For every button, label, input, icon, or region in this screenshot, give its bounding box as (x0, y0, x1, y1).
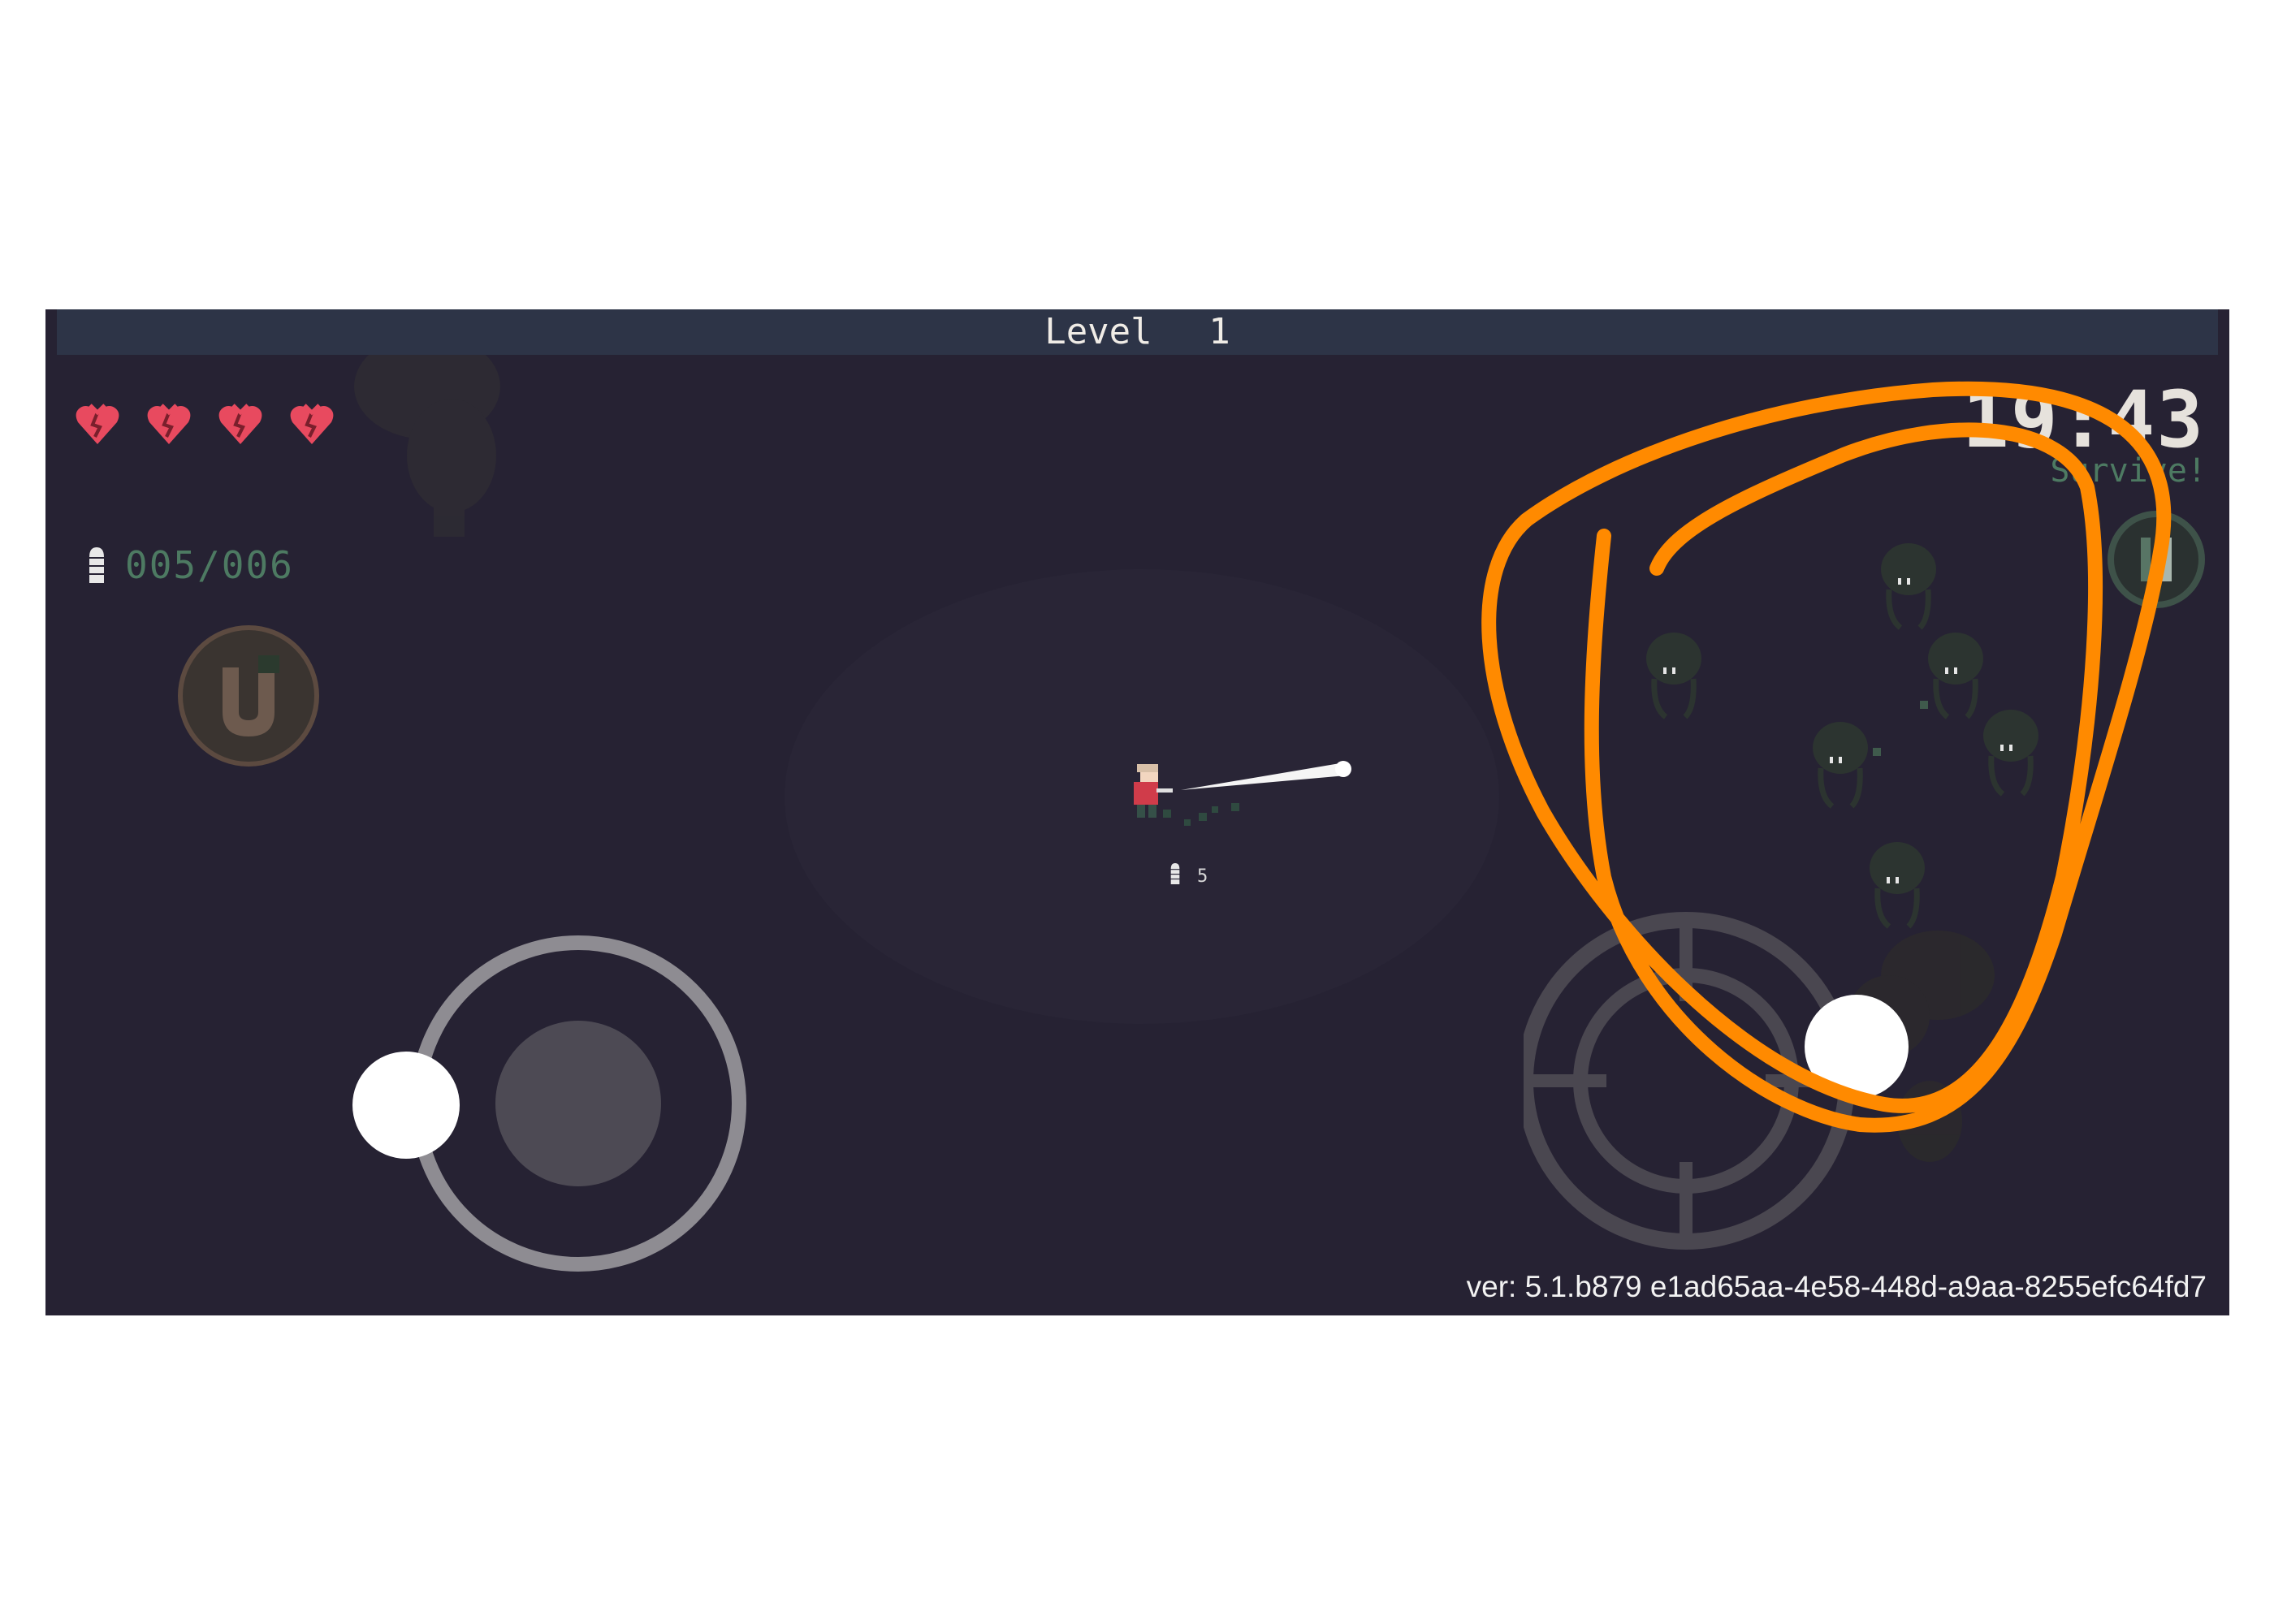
shadow-enemy (1646, 633, 1701, 719)
game-screen: Level 1 005/006 19:43 Survive! 5 ver: 5.… (45, 309, 2229, 1315)
version-text: ver: 5.1.b879 e1ad65aa-4e58-448d-a9aa-82… (1466, 1270, 2207, 1303)
touch-indicator (1805, 995, 1909, 1099)
shadow-enemy (1983, 710, 2038, 797)
crosshair-icon (1524, 912, 1855, 1250)
shadow-enemy (1928, 633, 1983, 719)
shadow-enemy (1881, 543, 1936, 630)
joystick-knob[interactable] (495, 1021, 661, 1186)
touch-indicator (352, 1052, 460, 1159)
movement-joystick[interactable] (305, 935, 760, 1308)
aim-joystick[interactable] (1524, 910, 1946, 1268)
shadow-enemy (1813, 722, 1868, 809)
